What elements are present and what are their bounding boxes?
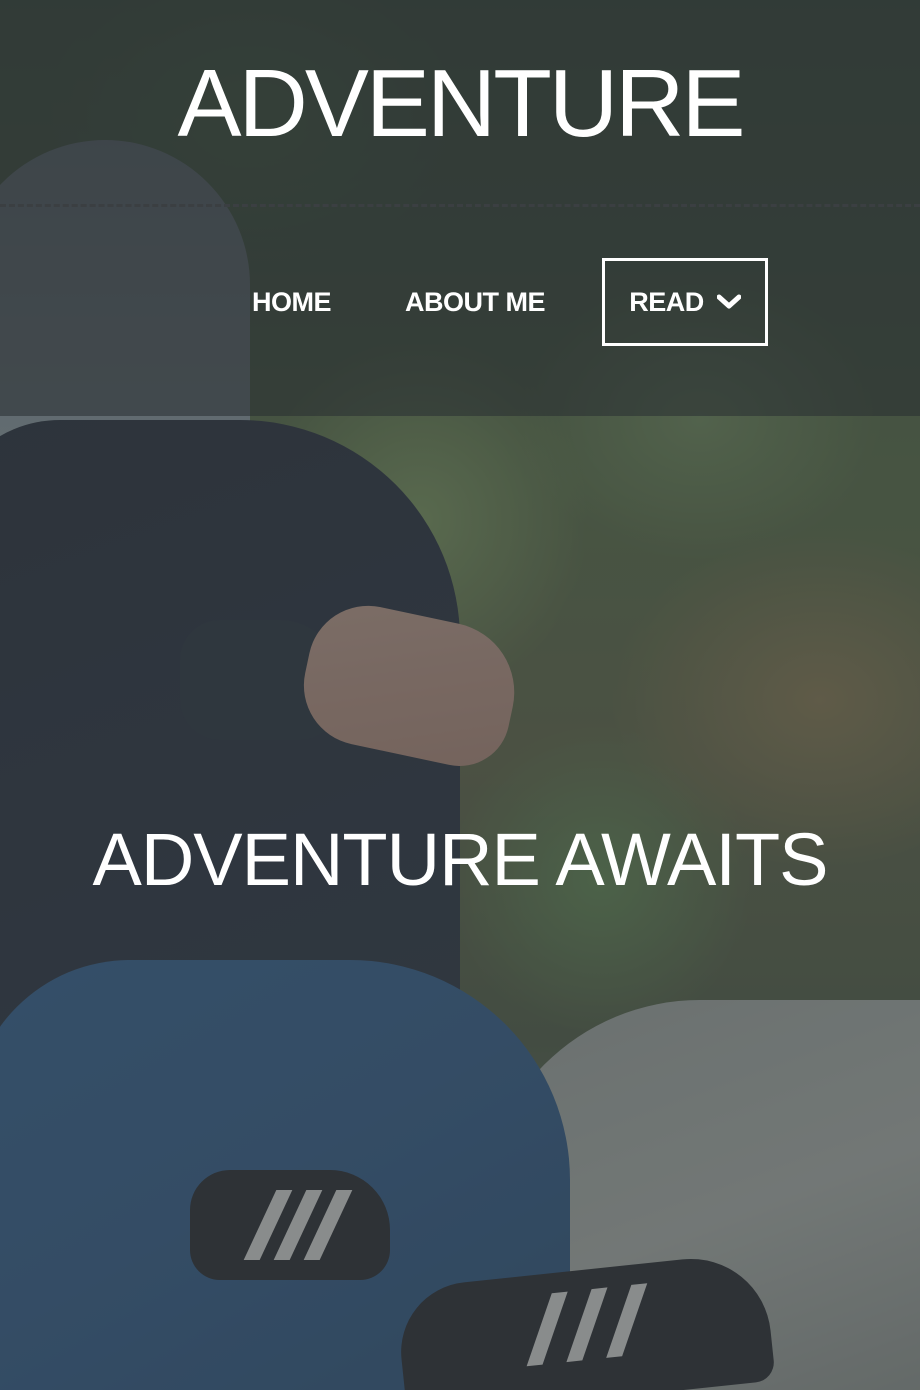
site-title[interactable]: ADVENTURE	[0, 54, 920, 154]
nav-read-dropdown[interactable]: READ	[602, 258, 768, 346]
chevron-down-icon	[716, 260, 742, 342]
nav-about-label: ABOUT ME	[405, 287, 546, 317]
hero-headline: ADVENTURE AWAITS	[92, 818, 828, 901]
nav-home-label: HOME	[252, 287, 332, 317]
nav-home-link[interactable]: HOME	[252, 258, 332, 346]
nav-read-label: READ	[629, 287, 704, 317]
main-nav: HOME ABOUT ME READ	[0, 258, 920, 346]
header-divider	[0, 204, 920, 207]
site-header: ADVENTURE HOME ABOUT ME READ	[0, 0, 920, 416]
nav-about-link[interactable]: ABOUT ME	[405, 258, 546, 346]
